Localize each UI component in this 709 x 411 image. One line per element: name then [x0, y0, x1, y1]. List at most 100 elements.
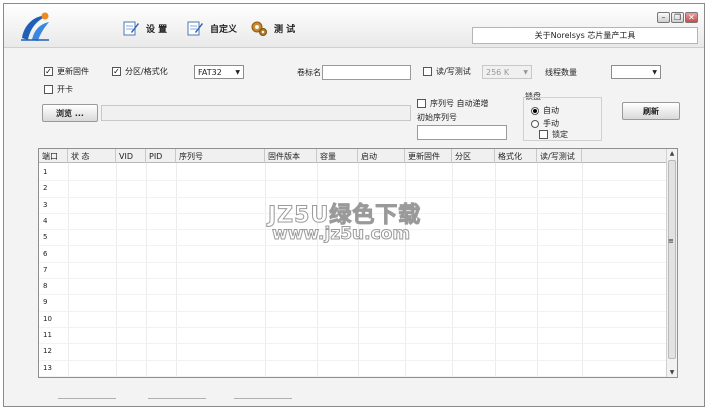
- port-number: 1: [43, 168, 48, 176]
- table-row[interactable]: 12: [39, 344, 667, 361]
- volume-label-input[interactable]: [322, 65, 411, 80]
- settings-button[interactable]: 设 置: [122, 18, 167, 38]
- watermark-url: www.jz5u.com: [271, 224, 411, 245]
- radio-selected[interactable]: [531, 106, 539, 115]
- custom-label: 自定义: [210, 24, 238, 35]
- auto-label: 自动: [543, 106, 559, 115]
- settings-label: 设 置: [146, 24, 168, 35]
- grip-icon: ≡: [668, 237, 674, 245]
- col-capacity[interactable]: 容量: [317, 149, 358, 163]
- chevron-down-icon: ▼: [652, 69, 657, 76]
- about-link[interactable]: 关于Norelsys 芯片量产工具: [472, 27, 698, 44]
- port-number: 7: [43, 265, 48, 274]
- col-rw-test[interactable]: 读/写测试: [537, 149, 582, 163]
- firmware-path-field[interactable]: [101, 105, 411, 121]
- bottom-tab-stub: [58, 398, 116, 401]
- refresh-button[interactable]: 刷新: [622, 102, 680, 120]
- window-controls: – ❐ ✕: [657, 12, 698, 23]
- restore-icon[interactable]: ❐: [671, 12, 684, 23]
- lock-label: 锁定: [552, 130, 568, 139]
- gears-icon: [251, 21, 267, 36]
- port-number: 6: [43, 249, 48, 258]
- rw-test-checkbox[interactable]: 读/写测试: [423, 66, 471, 77]
- app-logo-icon: [21, 12, 49, 41]
- minimize-icon[interactable]: –: [657, 12, 670, 23]
- scroll-down-icon[interactable]: ▼: [667, 368, 677, 377]
- scroll-up-icon[interactable]: ▲: [667, 149, 677, 158]
- auto-radio[interactable]: 自动: [531, 105, 559, 116]
- chevron-down-icon: ▼: [523, 69, 528, 76]
- manual-label: 手动: [543, 119, 559, 128]
- col-boot[interactable]: 启动: [358, 149, 405, 163]
- table-row[interactable]: 8: [39, 279, 667, 296]
- bottom-tab-stub: [148, 398, 206, 401]
- checkbox-unchecked[interactable]: [539, 130, 548, 139]
- scrollbar-thumb[interactable]: [668, 160, 676, 359]
- checkbox-checked[interactable]: ✓: [112, 67, 121, 76]
- col-partition[interactable]: 分区: [452, 149, 495, 163]
- edit-document-icon: [187, 21, 203, 36]
- update-firmware-label: 更新固件: [57, 67, 89, 76]
- table-row[interactable]: 13: [39, 361, 667, 377]
- port-number: 5: [43, 233, 48, 242]
- col-vid[interactable]: VID: [116, 149, 146, 163]
- filesystem-value: FAT32: [198, 67, 222, 77]
- close-icon[interactable]: ✕: [685, 12, 698, 23]
- col-serial[interactable]: 序列号: [176, 149, 265, 163]
- lock-checkbox[interactable]: 锁定: [539, 129, 568, 140]
- bottom-tab-stub: [234, 398, 292, 401]
- port-number: 12: [43, 347, 52, 356]
- checkbox-checked[interactable]: ✓: [44, 67, 53, 76]
- radio-unselected[interactable]: [531, 119, 539, 128]
- table-row[interactable]: 9: [39, 295, 667, 312]
- col-update-firmware[interactable]: 更新固件: [405, 149, 452, 163]
- initial-serial-input[interactable]: [417, 125, 507, 140]
- status-strip: [4, 384, 704, 406]
- port-number: 11: [43, 331, 52, 339]
- update-firmware-checkbox[interactable]: ✓ 更新固件: [44, 66, 89, 77]
- vertical-scrollbar[interactable]: ▲ ≡ ▼: [666, 149, 677, 377]
- checkbox-unchecked[interactable]: [44, 85, 53, 94]
- main-window: 设 置 自定义 测 试 – ❐ ✕ 关于Norelsys 芯片量产工具 ✓ 更新…: [3, 3, 705, 407]
- rw-size-value: 256 K: [486, 67, 510, 77]
- col-format[interactable]: 格式化: [495, 149, 537, 163]
- table-header: 端口 状 态 VID PID 序列号 固件版本 容量 启动 更新固件 分区 格式…: [39, 149, 667, 163]
- test-button[interactable]: 测 试: [250, 18, 295, 38]
- table-row[interactable]: 11: [39, 328, 667, 345]
- table-row[interactable]: 7: [39, 263, 667, 280]
- watermark: JZ5U绿色下载 www.jz5u.com: [267, 197, 448, 247]
- port-number: 4: [43, 216, 48, 225]
- open-card-checkbox[interactable]: 开卡: [44, 84, 73, 95]
- col-pid[interactable]: PID: [146, 149, 176, 163]
- col-firmware-version[interactable]: 固件版本: [265, 149, 317, 163]
- toolbar: 设 置 自定义 测 试 – ❐ ✕ 关于Norelsys 芯片量产工具: [4, 4, 704, 48]
- col-port[interactable]: 端口: [39, 149, 68, 163]
- test-label: 测 试: [274, 24, 296, 35]
- open-card-label: 开卡: [57, 85, 73, 94]
- serial-auto-label: 序列号 自动递增: [430, 99, 489, 108]
- rw-test-label: 读/写测试: [436, 67, 471, 76]
- partition-format-label: 分区/格式化: [125, 67, 168, 76]
- port-number: 2: [43, 184, 48, 193]
- port-number: 3: [43, 200, 48, 209]
- checkbox-unchecked[interactable]: [417, 99, 426, 108]
- table-row[interactable]: 1: [39, 165, 667, 182]
- table-row[interactable]: 2: [39, 181, 667, 198]
- port-number: 8: [43, 282, 48, 291]
- thread-count-select[interactable]: ▼: [611, 65, 661, 79]
- table-row[interactable]: 6: [39, 247, 667, 263]
- volume-label-label: 卷标名: [297, 68, 321, 77]
- filesystem-select[interactable]: FAT32 ▼: [194, 65, 244, 79]
- table-row[interactable]: 10: [39, 312, 667, 328]
- col-status[interactable]: 状 态: [68, 149, 116, 163]
- port-number: 9: [43, 298, 48, 307]
- custom-button[interactable]: 自定义: [186, 18, 237, 38]
- partition-format-checkbox[interactable]: ✓ 分区/格式化: [112, 66, 168, 77]
- checkbox-unchecked[interactable]: [423, 67, 432, 76]
- edit-document-icon: [123, 21, 139, 36]
- manual-radio[interactable]: 手动: [531, 118, 559, 129]
- thread-count-label: 线程数量: [545, 68, 577, 77]
- rw-size-select[interactable]: 256 K ▼: [482, 65, 532, 79]
- serial-auto-checkbox[interactable]: 序列号 自动递增: [417, 98, 489, 109]
- browse-button[interactable]: 浏览 ...: [42, 104, 98, 122]
